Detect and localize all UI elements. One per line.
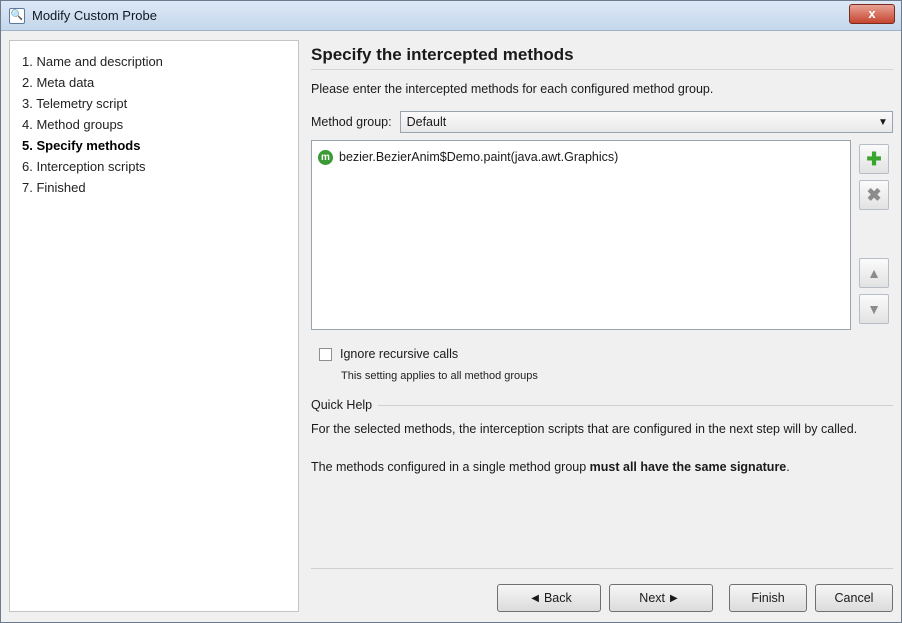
method-group-row: Method group: Default ▼ [311,110,893,134]
method-list[interactable]: m bezier.BezierAnim$Demo.paint(java.awt.… [311,140,851,330]
ignore-recursive-row: Ignore recursive calls [319,344,893,364]
divider [378,404,893,406]
divider [311,568,893,569]
dialog-body: 1. Name and description 2. Meta data 3. … [1,32,901,622]
next-label: Next [639,591,665,605]
step-item[interactable]: 3. Telemetry script [22,93,286,114]
delete-icon: ✖ [866,184,882,205]
step-item[interactable]: 6. Interception scripts [22,156,286,177]
move-up-button[interactable]: ▲ [859,258,889,288]
method-label: bezier.BezierAnim$Demo.paint(java.awt.Gr… [339,150,619,164]
arrow-up-icon: ▲ [867,265,881,281]
main-panel: Specify the intercepted methods Please e… [311,40,893,612]
method-group-value: Default [406,115,447,129]
arrow-left-icon: ◀ [531,592,539,604]
quick-help-header: Quick Help [311,398,893,412]
add-method-button[interactable]: ✚ [859,144,889,174]
cancel-button[interactable]: Cancel [815,584,893,612]
step-item[interactable]: 1. Name and description [22,51,286,72]
quick-help-text: For the selected methods, the intercepti… [311,422,858,436]
quick-help-text-end: . [786,460,790,474]
arrow-right-icon: ▶ [670,592,678,604]
quick-help-text-2: The methods configured in a single metho… [311,458,871,476]
step-item[interactable]: 4. Method groups [22,114,286,135]
method-group-label: Method group: [311,115,392,129]
title-bar: 🔍 Modify Custom Probe x [1,1,901,31]
page-description: Please enter the intercepted methods for… [311,82,714,96]
back-label: Back [543,591,572,605]
list-item[interactable]: m bezier.BezierAnim$Demo.paint(java.awt.… [318,147,844,167]
method-icon: m [318,149,333,165]
finish-button[interactable]: Finish [729,584,807,612]
window-title: Modify Custom Probe [32,8,157,23]
quick-help-title: Quick Help [311,398,373,412]
page-title: Specify the intercepted methods [311,40,893,70]
button-row: ◀ Back Next ▶ Finish Cancel [497,584,893,612]
chevron-down-icon[interactable]: ▼ [874,117,892,128]
probe-icon: 🔍 [9,7,25,24]
step-item-active[interactable]: 5. Specify methods [22,135,286,156]
close-button[interactable]: x [849,4,895,24]
ignore-recursive-note: This setting applies to all method group… [341,370,538,382]
remove-method-button[interactable]: ✖ [859,180,889,210]
steps-panel: 1. Name and description 2. Meta data 3. … [9,40,299,612]
plus-icon: ✚ [866,148,882,169]
ignore-recursive-checkbox[interactable] [319,347,332,361]
arrow-down-icon: ▼ [867,301,881,317]
ignore-recursive-label[interactable]: Ignore recursive calls [340,347,458,361]
quick-help-text-plain: The methods configured in a single metho… [311,460,590,474]
step-item[interactable]: 2. Meta data [22,72,286,93]
method-group-select[interactable]: Default ▼ [399,111,893,133]
quick-help-text-bold: must all have the same signature [589,460,787,474]
method-list-area: m bezier.BezierAnim$Demo.paint(java.awt.… [311,140,893,330]
step-item[interactable]: 7. Finished [22,177,286,198]
dialog-window: 🔍 Modify Custom Probe x 1. Name and desc… [0,0,902,623]
move-down-button[interactable]: ▼ [859,294,889,324]
back-button[interactable]: ◀ Back [497,584,601,612]
next-button[interactable]: Next ▶ [609,584,713,612]
list-actions: ✚ ✖ ▲ ▼ [857,140,893,330]
